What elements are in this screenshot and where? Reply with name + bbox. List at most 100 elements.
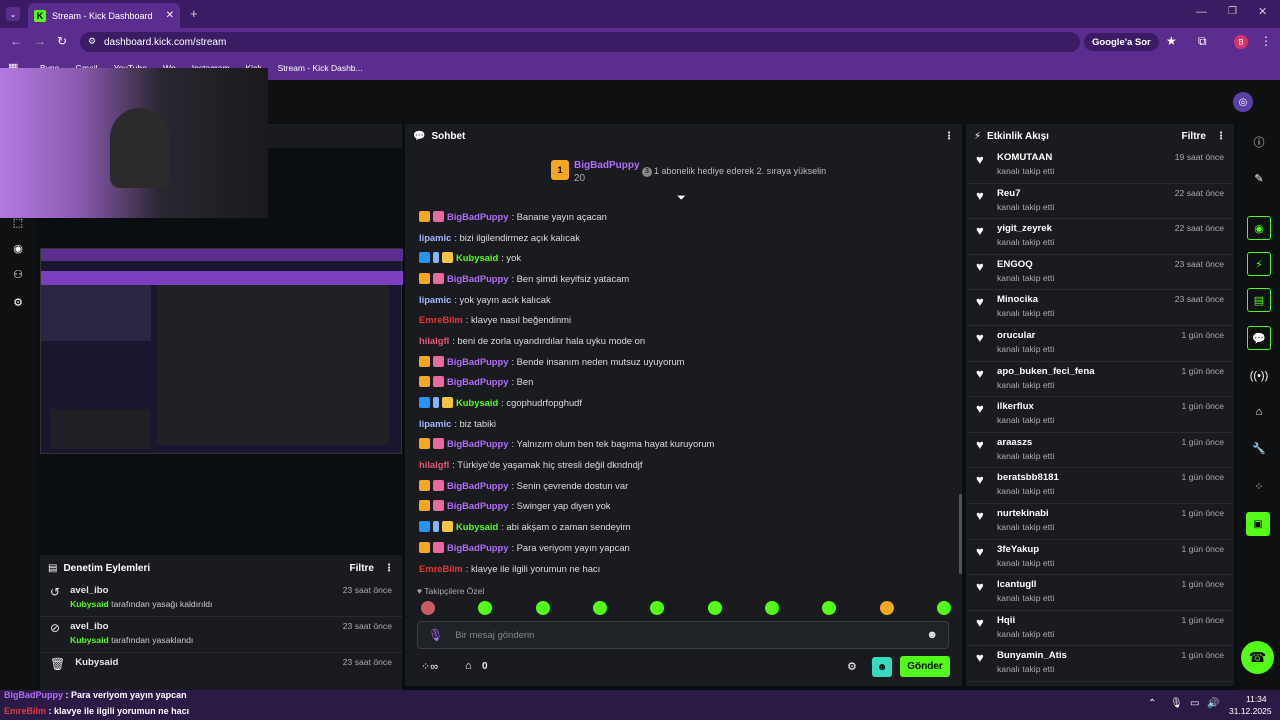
moderation-widget-icon[interactable]: ▤: [1247, 288, 1271, 312]
site-info-icon[interactable]: ⚙: [88, 36, 96, 47]
tray-mic-icon[interactable]: 🎙: [1170, 698, 1183, 709]
users-icon[interactable]: ⚇: [10, 266, 26, 282]
follower-name[interactable]: apo_buken_feci_fena: [997, 366, 1095, 377]
chat-username[interactable]: BigBadPuppy: [447, 438, 508, 449]
follower-name[interactable]: orucular: [997, 330, 1054, 341]
tray-network-icon[interactable]: ▭: [1190, 698, 1199, 709]
tray-volume-icon[interactable]: 🔊: [1207, 698, 1219, 709]
chat-username[interactable]: EmreBilm: [419, 563, 463, 574]
follower-name[interactable]: Reu7: [997, 188, 1054, 199]
chat-username[interactable]: Kubysaid: [456, 397, 498, 408]
chat-menu-icon[interactable]: ⋮: [944, 131, 954, 142]
extensions-icon[interactable]: ⧉: [1198, 34, 1207, 49]
follower-name[interactable]: nurtekinabi: [997, 508, 1054, 519]
browser-menu-icon[interactable]: ⋮: [1260, 34, 1272, 48]
emote-icon[interactable]: [478, 601, 493, 615]
microphone-icon[interactable]: 🎙: [428, 628, 443, 642]
follower-name[interactable]: ilkerflux: [997, 401, 1054, 412]
chat-username[interactable]: Kubysaid: [456, 521, 498, 532]
chat-username[interactable]: BigBadPuppy: [447, 211, 508, 222]
store-side-icon[interactable]: ⌂: [1251, 404, 1267, 420]
follower-name[interactable]: araaszs: [997, 437, 1054, 448]
mod-actor[interactable]: Kubysaid: [70, 635, 109, 645]
clock-date[interactable]: 31.12.2025: [1229, 706, 1272, 716]
follower-name[interactable]: lcantugll: [997, 579, 1054, 590]
chat-username[interactable]: hilalgfl: [419, 335, 449, 346]
tools-icon[interactable]: 🔧: [1251, 440, 1267, 456]
store-icon[interactable]: ⌂: [465, 660, 472, 672]
back-icon[interactable]: ←: [10, 34, 22, 48]
chat-username[interactable]: BigBadPuppy: [447, 273, 508, 284]
chat-username[interactable]: BigBadPuppy: [447, 542, 508, 553]
lightning-widget-icon[interactable]: ⚡: [1247, 252, 1271, 276]
emote-icon[interactable]: [822, 601, 837, 615]
points-icon[interactable]: ⁘: [1251, 478, 1267, 494]
chat-widget-icon[interactable]: 💬: [1247, 326, 1271, 350]
tab-close-icon[interactable]: ✕: [166, 10, 174, 21]
chat-scrollbar[interactable]: [959, 494, 962, 574]
kick-emote-icon[interactable]: ☻: [872, 657, 892, 677]
follower-name[interactable]: KOMUTAAN: [997, 152, 1054, 163]
mod-actor[interactable]: Kubysaid: [70, 599, 109, 609]
follower-name[interactable]: yigit_zeyrek: [997, 223, 1054, 234]
moderation-filter-button[interactable]: Filtre: [350, 563, 374, 574]
google-ask-button[interactable]: Google'a Sor: [1084, 33, 1159, 51]
minimize-icon[interactable]: —: [1196, 6, 1207, 18]
emoji-icon[interactable]: ☻: [926, 629, 938, 641]
top-gifter-name[interactable]: BigBadPuppy: [574, 160, 640, 171]
chat-username[interactable]: lipamic: [419, 232, 451, 243]
chat-username[interactable]: BigBadPuppy: [447, 376, 508, 387]
moderation-menu-icon[interactable]: ⋮: [384, 563, 394, 574]
clock-time[interactable]: 11:34: [1246, 694, 1267, 704]
follower-name[interactable]: Minocika: [997, 294, 1054, 305]
url-input[interactable]: ⚙ dashboard.kick.com/stream: [80, 32, 1080, 52]
tab-search-icon[interactable]: ⌄: [6, 7, 20, 21]
follower-name[interactable]: ENGOQ: [997, 259, 1054, 270]
emote-icon[interactable]: [592, 601, 607, 615]
chat-username[interactable]: hilalgfl: [419, 459, 449, 470]
camera-icon[interactable]: ◉: [10, 240, 26, 256]
chat-username[interactable]: lipamic: [419, 418, 451, 429]
send-button[interactable]: Gönder: [900, 656, 950, 677]
settings-icon[interactable]: ⚙: [10, 294, 26, 310]
camera-widget-icon[interactable]: ◉: [1247, 216, 1271, 240]
collapse-icon[interactable]: ⏷: [677, 192, 686, 205]
mod-target-user[interactable]: Kubysaid: [75, 657, 118, 668]
emote-tab[interactable]: ♥ Takipçilere Özel: [417, 586, 484, 596]
activity-menu-icon[interactable]: ⋮: [1216, 131, 1226, 142]
chat-username[interactable]: BigBadPuppy: [447, 500, 508, 511]
profile-avatar[interactable]: B: [1234, 35, 1248, 49]
help-chat-icon[interactable]: ☎: [1241, 641, 1274, 674]
tray-arrow-icon[interactable]: ⌃: [1148, 698, 1156, 709]
follower-name[interactable]: Bunyamin_Atis: [997, 650, 1067, 661]
chat-username[interactable]: Kubysaid: [456, 252, 498, 263]
emote-icon[interactable]: [936, 601, 951, 615]
emote-icon[interactable]: [535, 601, 550, 615]
follower-name[interactable]: beratsbb8181: [997, 472, 1059, 483]
emote-icon[interactable]: [764, 601, 779, 615]
edit-icon[interactable]: ✎: [1251, 170, 1267, 186]
reload-icon[interactable]: ↻: [57, 34, 67, 48]
channel-points-icon[interactable]: ⁘∞: [421, 660, 438, 673]
chat-settings-icon[interactable]: ⚙: [847, 660, 857, 673]
add-widget-icon[interactable]: ▣: [1246, 512, 1270, 536]
chat-input[interactable]: 🎙 Bir mesaj gönderin ☻: [417, 621, 949, 649]
info-icon[interactable]: ⓘ: [1251, 134, 1267, 150]
chat-username[interactable]: lipamic: [419, 294, 451, 305]
emote-icon[interactable]: [650, 601, 665, 615]
bookmark-star-icon[interactable]: ★: [1166, 34, 1177, 48]
user-avatar[interactable]: ◎: [1233, 92, 1253, 112]
chat-username[interactable]: EmreBilm: [419, 314, 463, 325]
emote-icon[interactable]: [421, 601, 435, 615]
bookmark-item[interactable]: Stream - Kick Dashb...: [278, 63, 363, 73]
chat-username[interactable]: BigBadPuppy: [447, 356, 508, 367]
close-window-icon[interactable]: ✕: [1258, 5, 1267, 18]
forward-icon[interactable]: →: [34, 34, 46, 48]
broadcast-icon[interactable]: ((•)): [1250, 368, 1269, 384]
mod-target-user[interactable]: avel_ibo: [70, 621, 193, 632]
browser-tab[interactable]: K Stream - Kick Dashboard ✕: [28, 3, 180, 28]
follower-name[interactable]: Hqii: [997, 615, 1054, 626]
new-tab-icon[interactable]: +: [190, 6, 198, 21]
emote-icon[interactable]: [879, 601, 894, 615]
maximize-icon[interactable]: ❐: [1228, 6, 1237, 17]
